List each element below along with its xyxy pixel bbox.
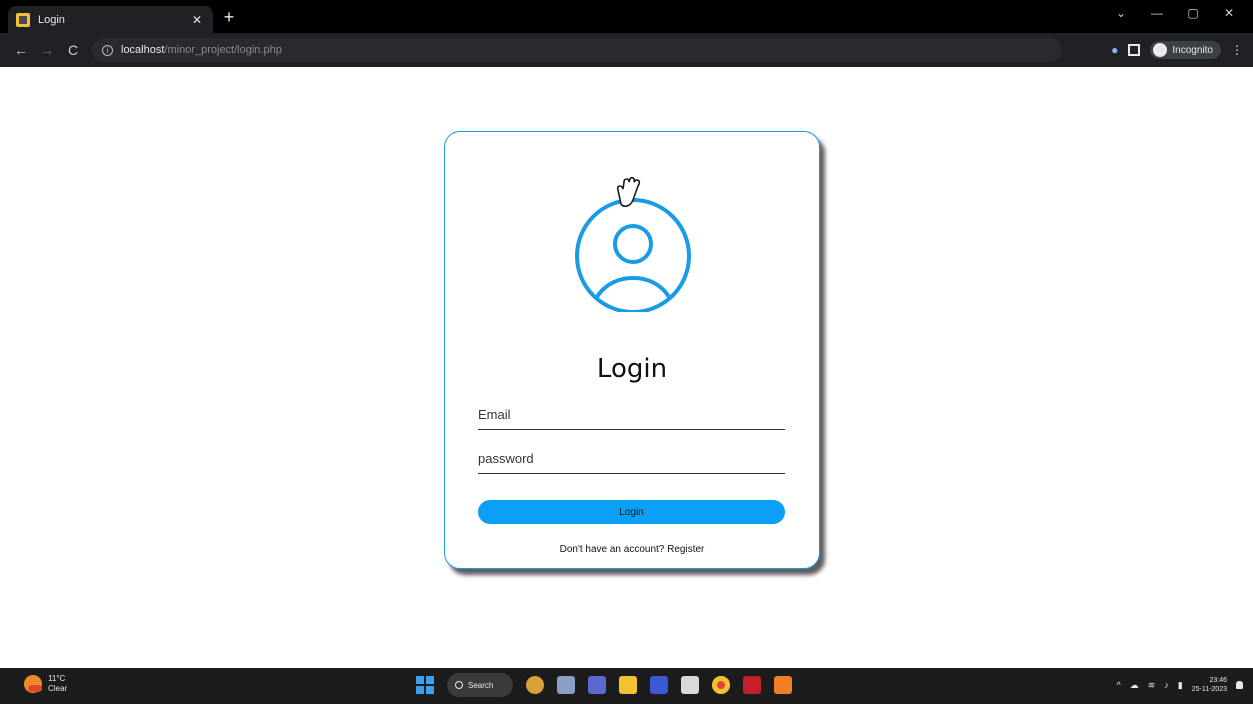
notes-icon[interactable] — [681, 676, 699, 694]
battery-icon[interactable]: ▮ — [1178, 680, 1183, 691]
file-explorer-icon[interactable] — [619, 676, 637, 694]
page-content: Login Login Don't have an account? Regis… — [0, 67, 1253, 668]
weather-icon — [24, 675, 42, 693]
url-host: localhost — [121, 44, 165, 56]
toolbar-actions: ● Incognito ⋮ — [1111, 33, 1243, 67]
start-icon[interactable] — [416, 676, 434, 694]
tray-chevron-icon[interactable]: ^ — [1116, 680, 1120, 690]
password-field[interactable] — [478, 448, 785, 474]
window-controls: ⌄ — ▢ ✕ — [1103, 6, 1247, 20]
browser-toolbar: ← → C i localhost /minor_project/login.p… — [0, 33, 1253, 67]
incognito-icon — [1153, 43, 1168, 57]
user-avatar-icon — [571, 172, 695, 314]
url-path: /minor_project/login.php — [164, 44, 282, 56]
tab-close-icon[interactable]: ✕ — [189, 13, 205, 27]
search-label: Search — [468, 680, 494, 690]
reload-button[interactable]: C — [60, 42, 86, 58]
widgets-icon[interactable] — [557, 676, 575, 694]
side-panel-icon[interactable] — [1128, 44, 1141, 56]
taskbar-apps: Search — [416, 673, 792, 697]
clock-time: 23:46 — [1209, 677, 1227, 684]
xampp-icon[interactable] — [774, 676, 792, 694]
maximize-button[interactable]: ▢ — [1175, 6, 1211, 20]
clock-date: 25-11-2023 — [1191, 686, 1227, 693]
browser-menu-icon[interactable]: ⋮ — [1231, 43, 1243, 57]
favicon-icon — [16, 12, 30, 27]
chrome-icon[interactable] — [712, 676, 730, 694]
onedrive-icon[interactable]: ☁ — [1130, 680, 1139, 691]
taskbar-search[interactable]: Search — [447, 673, 513, 697]
address-bar[interactable]: i localhost /minor_project/login.php — [92, 38, 1062, 62]
email-field[interactable] — [478, 404, 785, 430]
wifi-icon[interactable]: ≋ — [1148, 680, 1156, 691]
weather-widget[interactable]: 11°C Clear — [24, 674, 67, 694]
notification-bell-icon[interactable] — [1236, 681, 1243, 689]
new-tab-button[interactable]: + — [219, 8, 239, 26]
register-prompt-text: Don't have an account? — [559, 544, 665, 555]
register-prompt: Don't have an account? Register — [445, 544, 819, 555]
weather-temp: 11°C — [48, 674, 66, 683]
site-info-icon[interactable]: i — [102, 44, 113, 56]
back-button[interactable]: ← — [8, 42, 34, 58]
browser-tab-login[interactable]: Login ✕ — [8, 6, 213, 33]
register-link[interactable]: Register — [667, 544, 704, 555]
incognito-badge[interactable]: Incognito — [1150, 41, 1221, 59]
teams-icon[interactable] — [588, 676, 606, 694]
close-window-button[interactable]: ✕ — [1211, 6, 1247, 20]
mcafee-icon[interactable] — [743, 676, 761, 694]
login-title: Login — [596, 354, 668, 384]
search-icon — [455, 681, 463, 689]
clock[interactable]: 23:46 25-11-2023 — [1192, 676, 1227, 694]
login-card: Login Login Don't have an account? Regis… — [444, 131, 820, 569]
login-button[interactable]: Login — [478, 500, 785, 524]
forward-button[interactable]: → — [34, 42, 60, 58]
system-tray: ^ ☁ ≋ ♪ ▮ 23:46 25-11-2023 — [1116, 676, 1243, 694]
tab-title: Login — [38, 13, 65, 26]
browser-tabstrip: Login ✕ + ⌄ — ▢ ✕ — [0, 0, 1253, 33]
copilot-icon[interactable] — [526, 676, 544, 694]
weather-condition: Clear — [48, 684, 68, 693]
windows-taskbar: 11°C Clear Search ^ ☁ ≋ ♪ ▮ 23:46 25-11-… — [0, 668, 1253, 704]
extension-icon[interactable]: ● — [1111, 43, 1118, 57]
minimize-button[interactable]: — — [1139, 6, 1175, 20]
tab-search-icon[interactable]: ⌄ — [1103, 6, 1139, 20]
incognito-label: Incognito — [1172, 44, 1213, 56]
volume-icon[interactable]: ♪ — [1164, 680, 1169, 690]
vscode-icon[interactable] — [650, 676, 668, 694]
